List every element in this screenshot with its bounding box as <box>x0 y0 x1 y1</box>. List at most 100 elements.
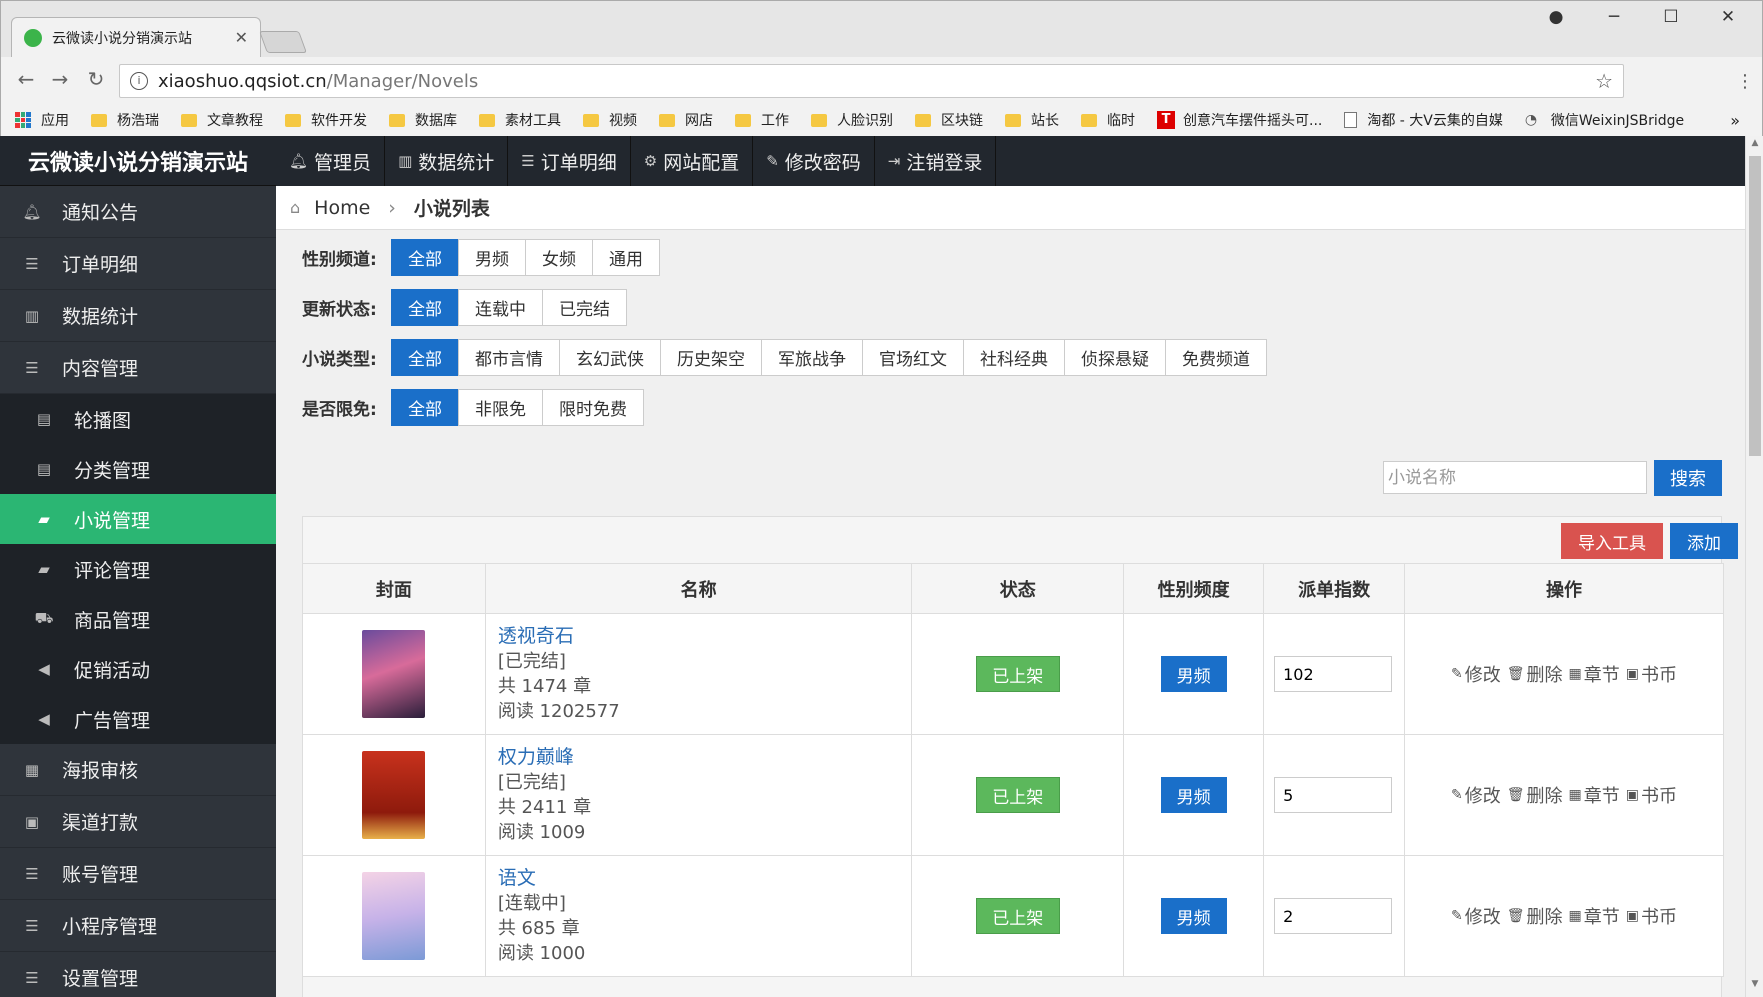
dispatch-index-input[interactable] <box>1274 777 1393 813</box>
page-scrollbar[interactable]: ▲ ▼ <box>1745 136 1763 997</box>
browser-menu-icon[interactable]: ⋮ <box>1736 71 1754 92</box>
back-icon[interactable]: ← <box>11 67 41 91</box>
forward-icon[interactable]: → <box>45 67 75 91</box>
filter-option[interactable]: 都市言情 <box>458 339 560 376</box>
shelf-status-button[interactable]: 已上架 <box>975 656 1060 692</box>
sidebar-item-carousel[interactable]: ▤ 轮播图 <box>0 394 276 444</box>
bookmark-link[interactable]: T 创意汽车摆件摇头可... <box>1157 110 1322 130</box>
sidebar-item-miniprogram[interactable]: ☰ 小程序管理 <box>0 900 276 952</box>
sidebar-item-settings[interactable]: ☰ 设置管理 <box>0 952 276 997</box>
sidebar-item-posters[interactable]: ▦ 海报审核 <box>0 744 276 796</box>
edit-action[interactable]: ✎ 修改 <box>1451 661 1501 687</box>
add-button[interactable]: 添加 <box>1670 523 1738 559</box>
sidebar-item-comments[interactable]: ▰ 评论管理 <box>0 544 276 594</box>
scroll-up-icon[interactable]: ▲ <box>1746 138 1763 154</box>
minimize-icon[interactable]: ─ <box>1594 7 1634 27</box>
close-tab-icon[interactable]: ✕ <box>235 28 248 47</box>
sidebar-item-ads[interactable]: ◀ 广告管理 <box>0 694 276 744</box>
edit-action[interactable]: ✎ 修改 <box>1451 782 1501 808</box>
sidebar-item-notice[interactable]: 🔔︎ 通知公告 <box>0 186 276 238</box>
bookmark-folder[interactable]: 人脸识别 <box>811 110 893 130</box>
delete-action[interactable]: 🗑︎ 删除 <box>1507 903 1563 929</box>
sidebar-item-orders[interactable]: ☰ 订单明细 <box>0 238 276 290</box>
filter-option[interactable]: 通用 <box>592 239 660 276</box>
filter-option[interactable]: 社科经典 <box>963 339 1065 376</box>
filter-option[interactable]: 男频 <box>458 239 526 276</box>
coins-action[interactable]: ▣ 书币 <box>1626 903 1677 929</box>
gender-channel-button[interactable]: 男频 <box>1160 777 1227 813</box>
filter-option[interactable]: 全部 <box>391 289 459 326</box>
filter-option[interactable]: 侦探悬疑 <box>1064 339 1166 376</box>
sidebar-item-novels[interactable]: ▰ 小说管理 <box>0 494 276 544</box>
sidebar-item-content[interactable]: ☰ 内容管理 <box>0 342 276 394</box>
sidebar-item-accounts[interactable]: ☰ 账号管理 <box>0 848 276 900</box>
new-tab-button[interactable] <box>258 31 308 53</box>
novel-title-link[interactable]: 权力巅峰 <box>498 745 912 770</box>
bookmark-folder[interactable]: 临时 <box>1081 110 1135 130</box>
topnav-site-config[interactable]: ⚙ 网站配置 <box>631 136 754 186</box>
bookmark-folder[interactable]: 区块链 <box>915 110 983 130</box>
sidebar-item-payouts[interactable]: ▣ 渠道打款 <box>0 796 276 848</box>
coins-action[interactable]: ▣ 书币 <box>1626 661 1677 687</box>
filter-option[interactable]: 女频 <box>525 239 593 276</box>
chapters-action[interactable]: ▦ 章节 <box>1569 661 1620 687</box>
scroll-down-icon[interactable]: ▼ <box>1746 979 1763 995</box>
sidebar-item-promotions[interactable]: ◀ 促销活动 <box>0 644 276 694</box>
scrollbar-thumb[interactable] <box>1749 156 1761 456</box>
dispatch-index-input[interactable] <box>1274 656 1393 692</box>
novel-title-link[interactable]: 透视奇石 <box>498 624 912 649</box>
filter-option[interactable]: 已完结 <box>542 289 627 326</box>
import-tool-button[interactable]: 导入工具 <box>1561 523 1663 559</box>
novel-title-link[interactable]: 语文 <box>498 866 912 891</box>
search-button[interactable]: 搜索 <box>1654 460 1722 496</box>
filter-option[interactable]: 限时免费 <box>542 389 644 426</box>
bookmark-folder[interactable]: 工作 <box>735 110 789 130</box>
bookmark-folder[interactable]: 站长 <box>1005 110 1059 130</box>
browser-tab[interactable]: 云微读小说分销演示站 ✕ <box>11 17 261 57</box>
topnav-orders[interactable]: ☰ 订单明细 <box>508 136 631 186</box>
topnav-admin[interactable]: 🔔︎ 管理员 <box>276 136 386 186</box>
filter-option[interactable]: 全部 <box>391 239 459 276</box>
topnav-logout[interactable]: ⇥ 注销登录 <box>875 136 997 186</box>
bookmark-link[interactable]: 淘都 - 大V云集的自媒 <box>1344 110 1503 130</box>
bookmark-star-icon[interactable]: ☆ <box>1595 69 1613 93</box>
filter-option[interactable]: 全部 <box>391 389 459 426</box>
sidebar-item-stats[interactable]: ▥ 数据统计 <box>0 290 276 342</box>
chapters-action[interactable]: ▦ 章节 <box>1569 782 1620 808</box>
delete-action[interactable]: 🗑︎ 删除 <box>1507 661 1563 687</box>
bookmark-folder[interactable]: 杨浩瑞 <box>91 110 159 130</box>
bookmark-folder[interactable]: 视频 <box>583 110 637 130</box>
gender-channel-button[interactable]: 男频 <box>1160 898 1227 934</box>
info-icon[interactable]: i <box>130 72 148 90</box>
bookmark-folder[interactable]: 文章教程 <box>181 110 263 130</box>
maximize-icon[interactable]: ☐ <box>1651 7 1691 27</box>
shelf-status-button[interactable]: 已上架 <box>975 777 1060 813</box>
sidebar-item-categories[interactable]: ▤ 分类管理 <box>0 444 276 494</box>
filter-option[interactable]: 连载中 <box>458 289 543 326</box>
edit-action[interactable]: ✎ 修改 <box>1451 903 1501 929</box>
topnav-change-password[interactable]: ✎ 修改密码 <box>753 136 875 186</box>
bookmark-folder[interactable]: 网店 <box>659 110 713 130</box>
delete-action[interactable]: 🗑︎ 删除 <box>1507 782 1563 808</box>
bookmark-folder[interactable]: 素材工具 <box>479 110 561 130</box>
bookmark-link[interactable]: ◔ 微信WeixinJSBridge <box>1525 110 1684 130</box>
filter-option[interactable]: 军旅战争 <box>761 339 863 376</box>
dispatch-index-input[interactable] <box>1274 898 1393 934</box>
breadcrumb-home[interactable]: Home <box>314 197 370 219</box>
sidebar-item-products[interactable]: ⛟ 商品管理 <box>0 594 276 644</box>
filter-option[interactable]: 玄幻武侠 <box>559 339 661 376</box>
bookmark-apps[interactable]: 应用 <box>15 110 69 130</box>
window-close-icon[interactable]: ✕ <box>1708 7 1748 27</box>
profile-icon[interactable]: ● <box>1536 7 1576 27</box>
filter-option[interactable]: 官场红文 <box>862 339 964 376</box>
chapters-action[interactable]: ▦ 章节 <box>1569 903 1620 929</box>
reload-icon[interactable]: ↻ <box>81 67 111 91</box>
url-input[interactable]: i xiaoshuo.qqsiot.cn/Manager/Novels ☆ <box>119 64 1624 98</box>
coins-action[interactable]: ▣ 书币 <box>1626 782 1677 808</box>
topnav-stats[interactable]: ▥ 数据统计 <box>385 136 509 186</box>
filter-option[interactable]: 免费频道 <box>1165 339 1267 376</box>
gender-channel-button[interactable]: 男频 <box>1160 656 1227 692</box>
bookmark-folder[interactable]: 软件开发 <box>285 110 367 130</box>
filter-option[interactable]: 历史架空 <box>660 339 762 376</box>
shelf-status-button[interactable]: 已上架 <box>975 898 1060 934</box>
